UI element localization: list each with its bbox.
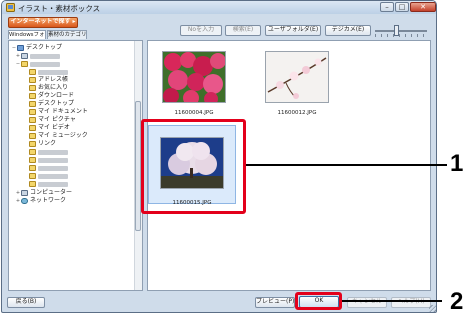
thumbnail-filename: 11600004.JPG [174,110,214,116]
no-input-button[interactable]: Noを入力 [180,25,222,36]
callout-number-1: 1 [450,150,464,177]
folder-icon [29,85,36,91]
redacted-label [38,149,68,155]
tree-item-label: ネットワーク [30,197,67,204]
redacted-label [38,157,68,163]
tree-item-my-music[interactable]: マイ ミュージック [23,132,88,140]
tree-item[interactable]: − [15,60,60,68]
thumbnail-11600012[interactable] [265,51,329,103]
folder-icon [29,165,36,171]
tree-item-computer[interactable]: + コンピューター [15,189,72,197]
title-bar[interactable]: イラスト・素材ボックス – □ ✕ [2,1,436,14]
folder-icon [29,173,36,179]
window-title: イラスト・素材ボックス [18,4,101,13]
redacted-label [30,61,60,67]
back-button[interactable]: 戻る(B) [7,297,45,308]
folder-icon [29,157,36,163]
folder-icon [29,141,36,147]
computer-icon [21,190,28,196]
callout-line-1 [246,164,447,166]
tab-material-category[interactable]: 素材のカテゴリ [47,30,87,39]
app-icon [6,3,15,12]
tree-item-network[interactable]: + ネットワーク [15,197,66,205]
folder-icon [29,101,36,107]
redacted-label [38,69,68,75]
tree-item-label: リンク [38,140,57,147]
bottom-bar: 戻る(B) プレビュー(P) OK キャンセル ヘルプ(H) [2,292,436,312]
thumbnail-11600004[interactable] [162,51,226,106]
user-folder-button[interactable]: ユーザフォルダ(E) [265,25,321,36]
tree-item[interactable]: + [15,52,60,60]
zoom-slider-track[interactable] [375,30,427,32]
desktop-icon [17,45,24,51]
tree-item-my-pictures[interactable]: マイ ピクチャ [23,116,76,124]
internet-search-button[interactable]: インターネットで探す ▸ [8,17,78,28]
tree-item-address-book[interactable]: アドレス帳 [23,76,68,84]
redacted-label [30,53,60,59]
red-blossom-photo [163,52,226,106]
redacted-label [38,181,68,187]
search-button[interactable]: 検索(E) [225,25,261,36]
tree-item[interactable] [23,164,68,172]
folder-icon [29,117,36,123]
folder-icon [29,69,36,75]
zoom-slider-thumb[interactable] [394,25,399,36]
tree-item-label: マイ ビデオ [38,124,70,131]
zoom-slider-ticks [375,34,427,37]
help-button[interactable]: ヘルプ(H) [391,297,431,308]
tree-item-label: アドレス帳 [38,76,69,83]
tree-item-links[interactable]: リンク [23,140,56,148]
tree-item[interactable] [23,148,68,156]
tree-item-label: マイ ドキュメント [38,108,88,115]
computer-icon [21,53,28,59]
tree-item-favorites[interactable]: お気に入り [23,84,68,92]
tree-item-desktop-folder[interactable]: デスクトップ [23,100,74,108]
cancel-button[interactable]: キャンセル [347,297,387,308]
tree-item-my-videos[interactable]: マイ ビデオ [23,124,70,132]
redacted-label [38,165,68,171]
resize-grip-icon[interactable] [429,305,436,312]
callout-number-2: 2 [450,288,464,315]
tree-item-my-documents[interactable]: マイ ドキュメント [23,108,88,116]
tab-windows-folder[interactable]: Windowsフォルダ [8,30,46,39]
toolbar: インターネットで探す ▸ Windowsフォルダ 素材のカテゴリ Noを入力 検… [5,15,435,39]
white-blossom-photo [266,52,328,102]
folder-icon [29,149,36,155]
folder-icon [29,109,36,115]
user-folder-icon [21,61,28,67]
folder-icon [29,77,36,83]
tree-item-label: コンピューター [30,189,73,196]
tree-item-label: デスクトップ [26,44,63,51]
minimize-button[interactable]: – [380,2,394,12]
tree-item-label: お気に入り [38,84,69,91]
folder-icon [29,93,36,99]
tree-item-downloads[interactable]: ダウンロード [23,92,74,100]
tree-item[interactable] [23,180,68,188]
folder-icon [29,133,36,139]
tree-item-label: デスクトップ [38,100,75,107]
redacted-label [38,173,68,179]
tree-item-label: マイ ピクチャ [38,116,76,123]
folder-icon [29,125,36,131]
tree-item[interactable] [23,172,68,180]
callout-line-2 [342,300,442,302]
close-button[interactable]: ✕ [410,2,436,12]
digital-camera-button[interactable]: デジカメ(E) [325,25,371,36]
folder-tree: − デスクトップ + − アドレス帳 お気に入り ダウンロード デスクトップ マ… [8,40,143,291]
maximize-button[interactable]: □ [395,2,409,12]
tree-item-desktop[interactable]: − デスクトップ [11,44,62,52]
tree-item[interactable] [23,156,68,164]
network-icon [21,198,28,204]
callout-box-thumbnail [141,119,246,214]
tree-item-label: マイ ミュージック [38,132,88,139]
tree-item-label: ダウンロード [38,92,75,99]
thumbnail-filename: 11600012.JPG [277,110,317,116]
tree-item[interactable] [23,68,68,76]
callout-box-ok [295,292,342,310]
preview-button[interactable]: プレビュー(P) [255,297,295,308]
folder-icon [29,181,36,187]
